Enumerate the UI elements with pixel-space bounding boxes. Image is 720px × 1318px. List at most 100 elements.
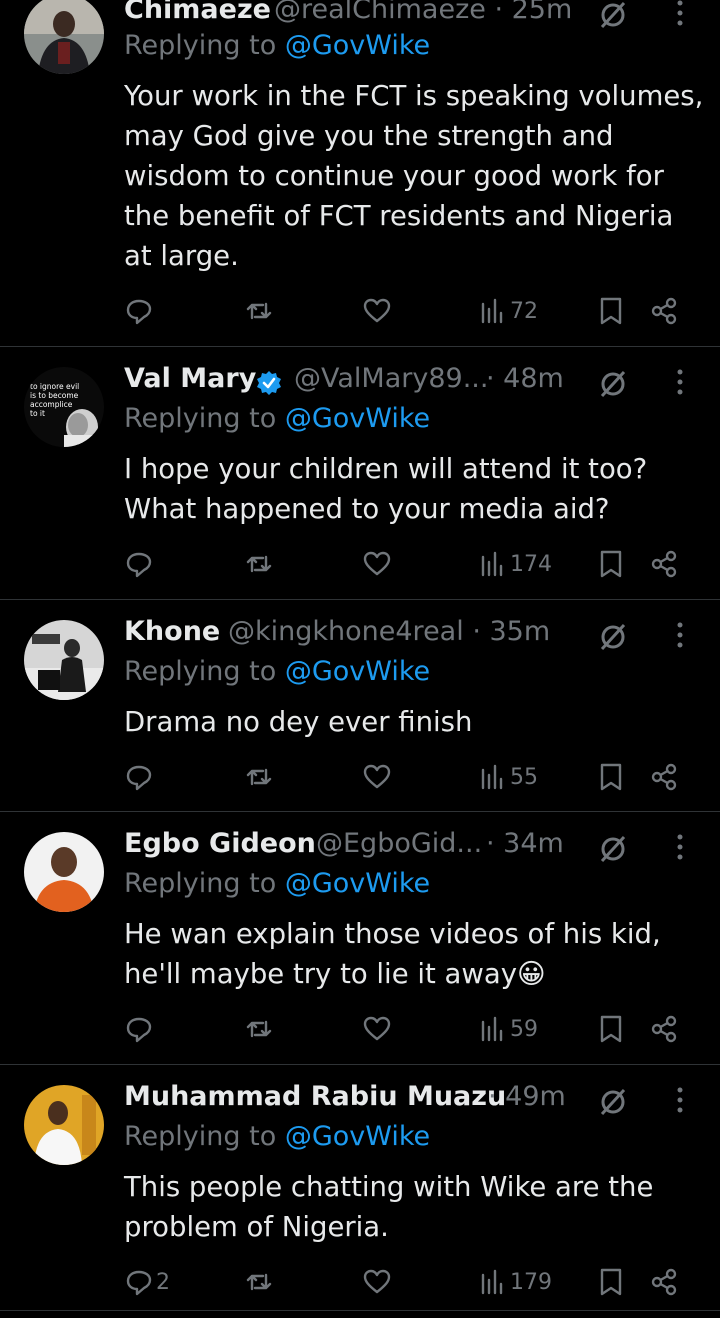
- share-button[interactable]: [650, 1011, 680, 1047]
- share-icon: [651, 550, 677, 578]
- views-button[interactable]: 179: [478, 1264, 552, 1300]
- more-icon[interactable]: [672, 620, 688, 650]
- avatar-photo: [24, 1085, 104, 1165]
- more-icon[interactable]: [672, 832, 688, 862]
- verified-badge-icon: [257, 371, 281, 395]
- display-name[interactable]: Khone: [124, 616, 220, 647]
- grok-icon[interactable]: [596, 367, 630, 401]
- bookmark-icon: [600, 297, 622, 325]
- reply-button[interactable]: [124, 546, 156, 582]
- timestamp[interactable]: · 48m: [486, 363, 564, 394]
- timestamp[interactable]: · 34m: [486, 828, 564, 859]
- replying-to: Replying to @GovWike: [124, 868, 431, 899]
- action-bar: 2 179: [124, 1264, 694, 1300]
- views-icon: [481, 1016, 503, 1042]
- reply-button[interactable]: [124, 759, 156, 795]
- grok-icon[interactable]: [596, 832, 630, 866]
- retweet-icon: [246, 1020, 272, 1038]
- action-bar: 174: [124, 546, 694, 582]
- tweet-4[interactable]: Egbo Gideon @EgboGid... · 34m Replying t…: [0, 812, 720, 1065]
- avatar[interactable]: [24, 1085, 104, 1165]
- tweet-header: Muhammad Rabiu Muazu · 49m: [124, 1081, 720, 1121]
- handle[interactable]: @realChimaeze · 25m: [274, 0, 572, 25]
- views-button[interactable]: 72: [478, 293, 538, 329]
- tweet-3[interactable]: Khone @kingkhone4real · 35m Replying to …: [0, 600, 720, 812]
- avatar[interactable]: [24, 0, 104, 74]
- reply-button[interactable]: [124, 293, 156, 329]
- action-bar: 72: [124, 293, 694, 329]
- display-name[interactable]: Chimaeze: [124, 0, 271, 25]
- handle[interactable]: @kingkhone4real · 35m: [228, 616, 550, 647]
- avatar-text-2: is to become: [30, 391, 79, 400]
- retweet-button[interactable]: [244, 1264, 274, 1300]
- avatar-photo: to ignore evil is to become accomplice t…: [24, 367, 104, 447]
- share-icon: [651, 1268, 677, 1296]
- heart-icon: [363, 764, 391, 789]
- grok-icon[interactable]: [596, 0, 630, 32]
- views-icon: [481, 298, 503, 324]
- handle[interactable]: @EgboGid...: [316, 828, 482, 859]
- display-name[interactable]: Muhammad Rabiu Muazu: [124, 1081, 506, 1112]
- grok-icon[interactable]: [596, 1085, 630, 1119]
- grok-icon[interactable]: [596, 620, 630, 654]
- avatar-text-4: to it: [30, 409, 45, 418]
- bookmark-button[interactable]: [596, 1011, 626, 1047]
- reply-icon: [126, 552, 152, 578]
- avatar[interactable]: [24, 620, 104, 700]
- reply-button[interactable]: 2: [124, 1264, 170, 1300]
- like-button[interactable]: [362, 759, 392, 795]
- more-icon[interactable]: [672, 0, 688, 28]
- avatar[interactable]: to ignore evil is to become accomplice t…: [24, 367, 104, 447]
- share-button[interactable]: [650, 1264, 680, 1300]
- heart-icon: [363, 1016, 391, 1041]
- tweet-1[interactable]: Chimaeze @realChimaeze · 25m Replying to…: [0, 0, 720, 347]
- bookmark-button[interactable]: [596, 293, 626, 329]
- retweet-icon: [246, 1273, 272, 1291]
- heart-icon: [363, 1269, 391, 1294]
- like-button[interactable]: [362, 546, 392, 582]
- tweet-2[interactable]: to ignore evil is to become accomplice t…: [0, 347, 720, 600]
- views-button[interactable]: 55: [478, 759, 538, 795]
- retweet-icon: [246, 768, 272, 786]
- bookmark-icon: [600, 763, 622, 791]
- bookmark-button[interactable]: [596, 1264, 626, 1300]
- share-button[interactable]: [650, 759, 680, 795]
- mention-link[interactable]: @GovWike: [285, 1121, 430, 1152]
- like-button[interactable]: [362, 293, 392, 329]
- retweet-button[interactable]: [244, 293, 274, 329]
- tweet-5[interactable]: Muhammad Rabiu Muazu · 49m Replying to @…: [0, 1065, 720, 1311]
- mention-link[interactable]: @GovWike: [285, 403, 430, 434]
- bookmark-icon: [600, 1015, 622, 1043]
- more-icon[interactable]: [672, 1085, 688, 1115]
- retweet-button[interactable]: [244, 1011, 274, 1047]
- mention-link[interactable]: @GovWike: [285, 868, 430, 899]
- timestamp[interactable]: · 49m: [488, 1081, 566, 1112]
- bookmark-button[interactable]: [596, 546, 626, 582]
- share-icon: [651, 297, 677, 325]
- replying-to: Replying to @GovWike: [124, 30, 431, 61]
- like-button[interactable]: [362, 1011, 392, 1047]
- mention-link[interactable]: @GovWike: [285, 656, 430, 687]
- tweet-header: Val Mary @ValMary89... · 48m: [124, 363, 720, 403]
- retweet-button[interactable]: [244, 759, 274, 795]
- views-icon: [481, 1269, 503, 1295]
- like-button[interactable]: [362, 1264, 392, 1300]
- share-button[interactable]: [650, 546, 680, 582]
- views-button[interactable]: 174: [478, 546, 552, 582]
- tweet-header: Khone @kingkhone4real · 35m: [124, 616, 720, 656]
- reply-button[interactable]: [124, 1011, 156, 1047]
- display-name[interactable]: Val Mary: [124, 363, 256, 394]
- handle[interactable]: @ValMary89...: [294, 363, 488, 394]
- tweet-text: This people chatting with Wike are the p…: [124, 1171, 654, 1243]
- display-name[interactable]: Egbo Gideon: [124, 828, 316, 859]
- mention-link[interactable]: @GovWike: [285, 30, 430, 61]
- avatar[interactable]: [24, 832, 104, 912]
- replying-to: Replying to @GovWike: [124, 1121, 431, 1152]
- more-icon[interactable]: [672, 367, 688, 397]
- views-button[interactable]: 59: [478, 1011, 538, 1047]
- bookmark-button[interactable]: [596, 759, 626, 795]
- tweet-header: Chimaeze @realChimaeze · 25m: [124, 0, 720, 34]
- share-button[interactable]: [650, 293, 680, 329]
- retweet-button[interactable]: [244, 546, 274, 582]
- heart-icon: [363, 298, 391, 323]
